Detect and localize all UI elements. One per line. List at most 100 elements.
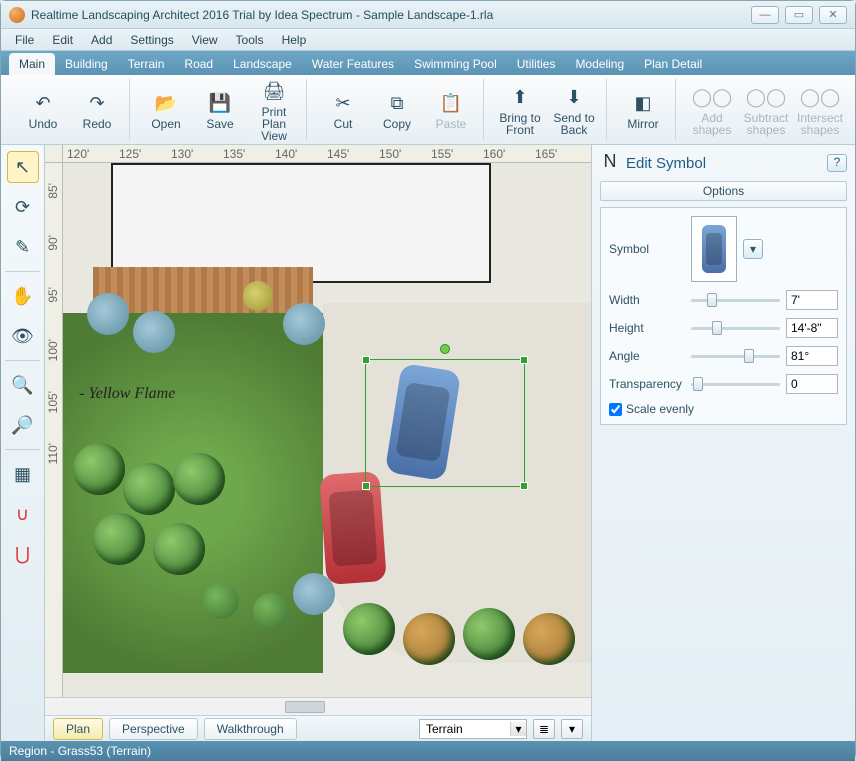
selection-box[interactable] (365, 359, 525, 487)
layer-visibility-button[interactable]: ≣ (533, 719, 555, 739)
scroll-thumb[interactable] (285, 701, 325, 713)
tab-swimming-pool[interactable]: Swimming Pool (404, 53, 507, 75)
snap-object-toggle[interactable]: ∪ (7, 498, 39, 530)
options-group-header[interactable]: Options (600, 181, 847, 201)
compass-icon[interactable]: N↑ (600, 151, 620, 175)
rotate-handle[interactable] (440, 344, 450, 354)
add-shapes-button[interactable]: ◯◯Add shapes (688, 82, 736, 138)
tab-utilities[interactable]: Utilities (507, 53, 566, 75)
plant[interactable] (243, 281, 273, 311)
zoom-in-tool[interactable]: 🔍 (7, 369, 39, 401)
tree[interactable] (403, 613, 455, 665)
tree[interactable] (463, 608, 515, 660)
subtract-shapes-button[interactable]: ◯◯Subtract shapes (742, 82, 790, 138)
transparency-input[interactable] (786, 374, 838, 394)
resize-handle-nw[interactable] (362, 356, 370, 364)
tab-perspective-view[interactable]: Perspective (109, 718, 198, 740)
chevron-down-icon[interactable]: ▾ (510, 722, 526, 736)
minimize-button[interactable]: — (751, 6, 779, 24)
angle-slider[interactable] (691, 347, 780, 365)
save-button[interactable]: 💾Save (196, 88, 244, 132)
maximize-button[interactable]: ▭ (785, 6, 813, 24)
resize-handle-sw[interactable] (362, 482, 370, 490)
resize-handle-ne[interactable] (520, 356, 528, 364)
symbol-preview[interactable] (691, 216, 737, 282)
height-input[interactable] (786, 318, 838, 338)
tab-walkthrough-view[interactable]: Walkthrough (204, 718, 297, 740)
menu-edit[interactable]: Edit (44, 31, 81, 49)
resize-handle-se[interactable] (520, 482, 528, 490)
tab-main[interactable]: Main (9, 53, 55, 75)
horizontal-scrollbar[interactable] (45, 697, 591, 715)
tree[interactable] (523, 613, 575, 665)
tab-road[interactable]: Road (174, 53, 223, 75)
design-canvas[interactable]: - Yellow Flame (63, 163, 591, 697)
angle-input[interactable] (786, 346, 838, 366)
menu-tools[interactable]: Tools (228, 31, 272, 49)
ribbon-toolbar: ↶Undo ↷Redo 📂Open 💾Save 🖨Print Plan View… (1, 75, 855, 145)
grid-toggle[interactable]: ▦ (7, 458, 39, 490)
tree[interactable] (173, 453, 225, 505)
tab-modeling[interactable]: Modeling (565, 53, 634, 75)
shrub[interactable] (203, 583, 239, 619)
ruler-vertical[interactable]: 85' 90' 95' 100' 105' 110' (45, 163, 63, 697)
print-plan-view-button[interactable]: 🖨Print Plan View (250, 76, 298, 144)
menu-file[interactable]: File (7, 31, 42, 49)
bring-to-front-button[interactable]: ⬆Bring to Front (496, 82, 544, 138)
tree[interactable] (73, 443, 125, 495)
redo-button[interactable]: ↷Redo (73, 88, 121, 132)
menu-help[interactable]: Help (274, 31, 315, 49)
tree[interactable] (93, 513, 145, 565)
ribbon-tabs: Main Building Terrain Road Landscape Wat… (1, 51, 855, 75)
house-shape[interactable] (111, 163, 491, 283)
ruler-horizontal[interactable]: 120' 125' 130' 135' 140' 145' 150' 155' … (63, 145, 591, 163)
plant-label[interactable]: - Yellow Flame (79, 385, 175, 403)
tab-landscape[interactable]: Landscape (223, 53, 302, 75)
selection-tool[interactable]: ↖ (7, 151, 39, 183)
tree[interactable] (153, 523, 205, 575)
width-input[interactable] (786, 290, 838, 310)
shrub[interactable] (253, 593, 289, 629)
pan-tool[interactable]: ✋ (7, 280, 39, 312)
tab-plan-detail[interactable]: Plan Detail (634, 53, 712, 75)
plant[interactable] (87, 293, 129, 335)
menu-view[interactable]: View (184, 31, 226, 49)
cut-button[interactable]: ✂Cut (319, 88, 367, 132)
close-button[interactable]: ✕ (819, 6, 847, 24)
layer-dropdown[interactable]: Terrain ▾ (419, 719, 527, 739)
layer-options-button[interactable]: ▾ (561, 719, 583, 739)
scale-evenly-checkbox[interactable]: Scale evenly (609, 402, 838, 416)
send-to-back-button[interactable]: ⬇Send to Back (550, 82, 598, 138)
tab-plan-view[interactable]: Plan (53, 718, 103, 740)
help-button[interactable]: ? (827, 154, 847, 172)
tab-water-features[interactable]: Water Features (302, 53, 404, 75)
plant[interactable] (283, 303, 325, 345)
mirror-button[interactable]: ◧Mirror (619, 88, 667, 132)
status-text: Region - Grass53 (Terrain) (9, 744, 151, 758)
orbit-tool[interactable]: 👁 (7, 320, 39, 352)
zoom-out-tool[interactable]: 🔎 (7, 409, 39, 441)
intersect-shapes-button[interactable]: ◯◯Intersect shapes (796, 82, 844, 138)
copy-icon: ⧉ (384, 90, 410, 116)
tab-terrain[interactable]: Terrain (118, 53, 175, 75)
scale-evenly-input[interactable] (609, 403, 622, 416)
menu-settings[interactable]: Settings (122, 31, 181, 49)
width-slider[interactable] (691, 291, 780, 309)
car-red[interactable] (319, 471, 387, 585)
snap-grid-toggle[interactable]: ⋃ (7, 538, 39, 570)
symbol-picker-button[interactable]: ▾ (743, 239, 763, 259)
rotate-tool[interactable]: ⟳ (7, 191, 39, 223)
transparency-slider[interactable] (691, 375, 780, 393)
copy-button[interactable]: ⧉Copy (373, 88, 421, 132)
plant[interactable] (133, 311, 175, 353)
open-button[interactable]: 📂Open (142, 88, 190, 132)
menu-add[interactable]: Add (83, 31, 120, 49)
eyedropper-tool[interactable]: ✎ (7, 231, 39, 263)
paste-button[interactable]: 📋Paste (427, 88, 475, 132)
undo-button[interactable]: ↶Undo (19, 88, 67, 132)
height-slider[interactable] (691, 319, 780, 337)
tab-building[interactable]: Building (55, 53, 118, 75)
tree[interactable] (123, 463, 175, 515)
tree[interactable] (343, 603, 395, 655)
separator (5, 449, 39, 450)
